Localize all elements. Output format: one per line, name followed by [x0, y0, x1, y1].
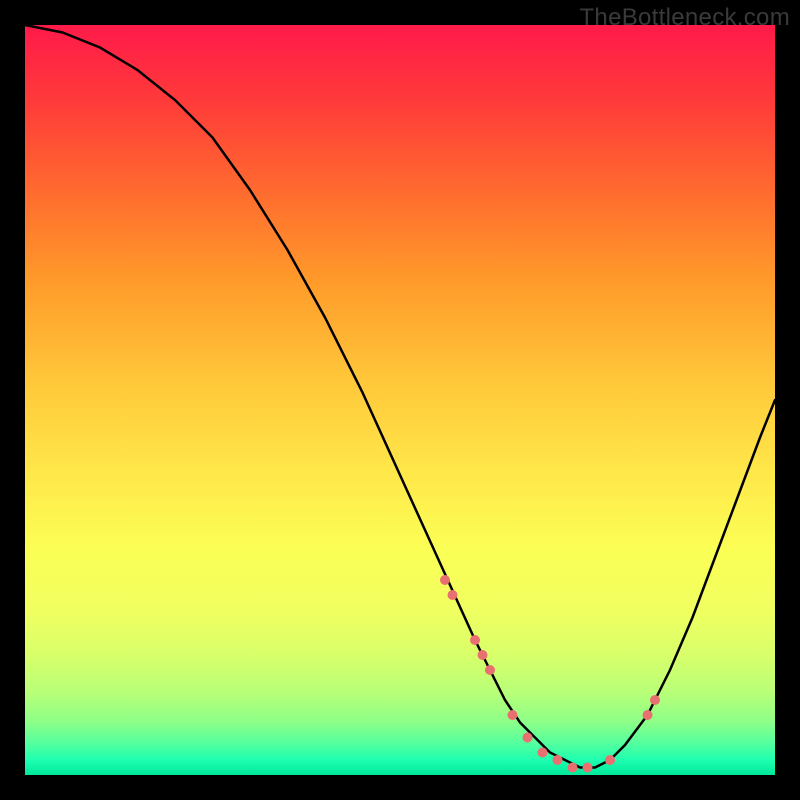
highlight-dot [643, 710, 653, 720]
gradient-plot-area [25, 25, 775, 775]
highlight-dot [478, 650, 488, 660]
highlight-dot [470, 635, 480, 645]
highlight-dot [440, 575, 450, 585]
highlight-dot [523, 733, 533, 743]
bottleneck-curve [25, 25, 775, 768]
highlight-dot [583, 763, 593, 773]
highlight-dot [650, 695, 660, 705]
highlight-dot [568, 763, 578, 773]
curve-layer [25, 25, 775, 775]
chart-stage: TheBottleneck.com [0, 0, 800, 800]
watermark-text: TheBottleneck.com [579, 4, 790, 32]
highlight-dot [538, 748, 548, 758]
highlight-dot [485, 665, 495, 675]
highlight-dot [508, 710, 518, 720]
highlight-dot [605, 755, 615, 765]
highlight-dot [553, 755, 563, 765]
highlight-dot [448, 590, 458, 600]
